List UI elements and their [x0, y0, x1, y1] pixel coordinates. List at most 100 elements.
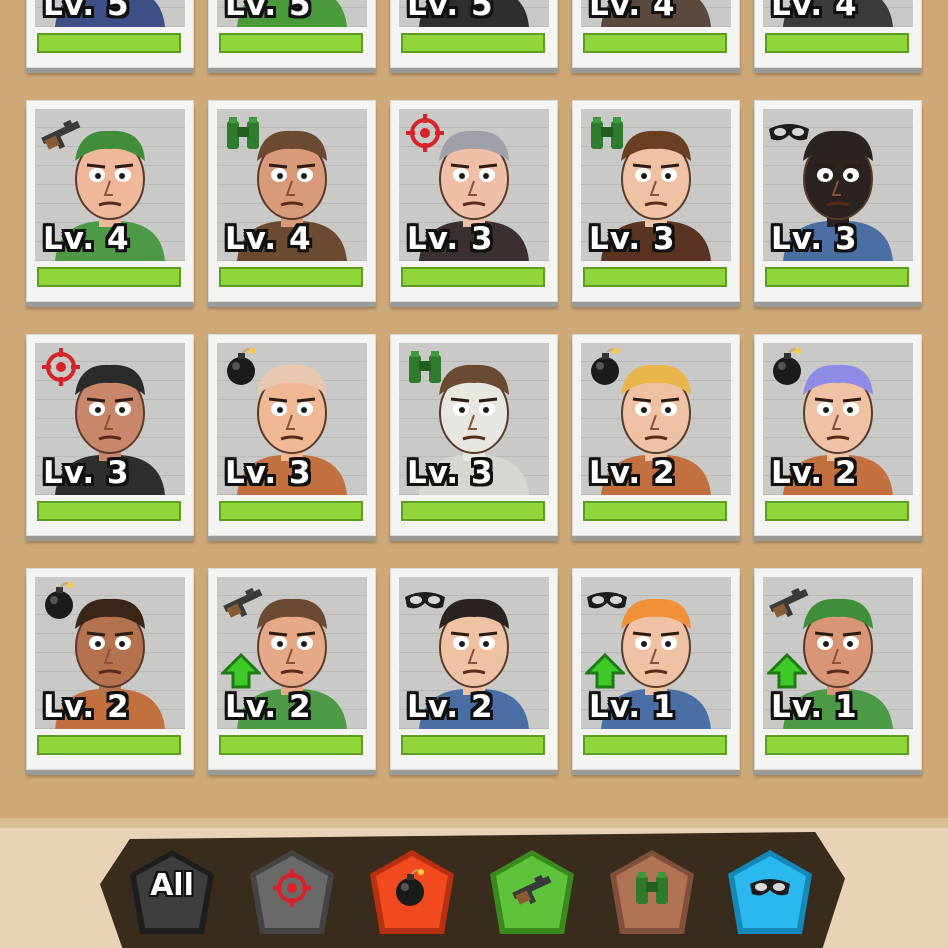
mask-icon — [585, 581, 629, 621]
progress-bar — [401, 267, 545, 287]
level-label: Lv. 3 — [407, 455, 494, 491]
character-card[interactable]: Lv. 5 — [208, 0, 376, 68]
character-portrait: Lv. 1 — [763, 577, 913, 729]
level-label: Lv. 3 — [225, 455, 312, 491]
character-portrait: Lv. 3 — [399, 343, 549, 495]
character-card[interactable]: Lv. 4 — [572, 0, 740, 68]
character-portrait: Lv. 1 — [581, 577, 731, 729]
bomb-icon — [221, 347, 265, 387]
rifle-icon — [767, 581, 811, 621]
mask-icon — [403, 581, 447, 621]
progress-bar — [37, 501, 181, 521]
tab-binoculars[interactable] — [604, 844, 700, 940]
character-portrait: Lv. 3 — [217, 343, 367, 495]
progress-bar — [37, 267, 181, 287]
level-label: Lv. 4 — [771, 0, 858, 23]
character-card[interactable]: Lv. 3 — [572, 100, 740, 302]
character-portrait: Lv. 4 — [217, 109, 367, 261]
character-portrait: Lv. 2 — [763, 343, 913, 495]
character-card[interactable]: Lv. 1 — [754, 568, 922, 770]
progress-bar — [401, 33, 545, 53]
character-portrait: Lv. 5 — [399, 0, 549, 27]
progress-bar — [219, 501, 363, 521]
rifle-icon — [39, 113, 83, 153]
character-card[interactable]: Lv. 5 — [390, 0, 558, 68]
character-portrait: Lv. 3 — [581, 109, 731, 261]
character-card[interactable]: Lv. 2 — [390, 568, 558, 770]
character-portrait: Lv. 5 — [217, 0, 367, 27]
character-card[interactable]: Lv. 3 — [390, 334, 558, 536]
bomb-icon — [39, 581, 83, 621]
target-icon — [403, 113, 447, 153]
tab-all[interactable]: All — [124, 844, 220, 940]
level-label: Lv. 5 — [225, 0, 312, 23]
character-card[interactable]: Lv. 4 — [208, 100, 376, 302]
level-label: Lv. 1 — [771, 689, 858, 725]
character-portrait: Lv. 2 — [399, 577, 549, 729]
progress-bar — [219, 267, 363, 287]
tab-bomb[interactable] — [364, 844, 460, 940]
character-portrait: Lv. 2 — [217, 577, 367, 729]
character-card[interactable]: Lv. 3 — [208, 334, 376, 536]
level-label: Lv. 4 — [589, 0, 676, 23]
character-card[interactable]: Lv. 2 — [208, 568, 376, 770]
progress-bar — [765, 267, 909, 287]
target-icon — [250, 850, 334, 934]
progress-bar — [219, 33, 363, 53]
bomb-icon — [370, 850, 454, 934]
character-grid: Lv. 5 Lv. 5 Lv. 5 Lv. 4 Lv. 4 Lv. 4 Lv. … — [0, 0, 948, 820]
progress-bar — [765, 501, 909, 521]
character-card[interactable]: Lv. 3 — [754, 100, 922, 302]
character-portrait: Lv. 3 — [399, 109, 549, 261]
tab-sniper[interactable] — [244, 844, 340, 940]
tab-rifle[interactable] — [484, 844, 580, 940]
progress-bar — [583, 735, 727, 755]
bomb-icon — [767, 347, 811, 387]
character-portrait: Lv. 2 — [581, 343, 731, 495]
character-card[interactable]: Lv. 3 — [26, 334, 194, 536]
progress-bar — [765, 735, 909, 755]
character-portrait: Lv. 3 — [763, 109, 913, 261]
tab-label: All — [150, 868, 194, 903]
level-label: Lv. 2 — [43, 689, 130, 725]
character-portrait: Lv. 2 — [35, 577, 185, 729]
bomb-icon — [585, 347, 629, 387]
rifle-icon — [490, 850, 574, 934]
level-label: Lv. 3 — [589, 221, 676, 257]
character-card[interactable]: Lv. 2 — [26, 568, 194, 770]
progress-bar — [37, 33, 181, 53]
character-portrait: Lv. 3 — [35, 343, 185, 495]
upgrade-arrow-icon — [767, 653, 807, 689]
rifle-icon — [221, 581, 265, 621]
level-label: Lv. 2 — [771, 455, 858, 491]
level-label: Lv. 2 — [589, 455, 676, 491]
character-card[interactable]: Lv. 3 — [390, 100, 558, 302]
character-card[interactable]: Lv. 2 — [754, 334, 922, 536]
upgrade-arrow-icon — [221, 653, 261, 689]
tab-mask[interactable] — [722, 844, 818, 940]
progress-bar — [401, 735, 545, 755]
character-portrait: Lv. 4 — [581, 0, 731, 27]
progress-bar — [583, 267, 727, 287]
level-label: Lv. 3 — [771, 221, 858, 257]
character-card[interactable]: Lv. 4 — [754, 0, 922, 68]
toolbar-strip — [0, 818, 948, 828]
progress-bar — [583, 501, 727, 521]
character-portrait: Lv. 4 — [35, 109, 185, 261]
binoculars-icon — [403, 347, 447, 387]
character-card[interactable]: Lv. 2 — [572, 334, 740, 536]
progress-bar — [765, 33, 909, 53]
character-portrait: Lv. 4 — [763, 0, 913, 27]
mask-icon — [728, 850, 812, 934]
filter-toolbar: All — [0, 818, 948, 948]
character-card[interactable]: Lv. 4 — [26, 100, 194, 302]
level-label: Lv. 3 — [407, 221, 494, 257]
upgrade-arrow-icon — [585, 653, 625, 689]
level-label: Lv. 4 — [43, 221, 130, 257]
binoculars-icon — [221, 113, 265, 153]
character-card[interactable]: Lv. 5 — [26, 0, 194, 68]
progress-bar — [583, 33, 727, 53]
mask-icon — [767, 113, 811, 153]
level-label: Lv. 2 — [225, 689, 312, 725]
character-card[interactable]: Lv. 1 — [572, 568, 740, 770]
